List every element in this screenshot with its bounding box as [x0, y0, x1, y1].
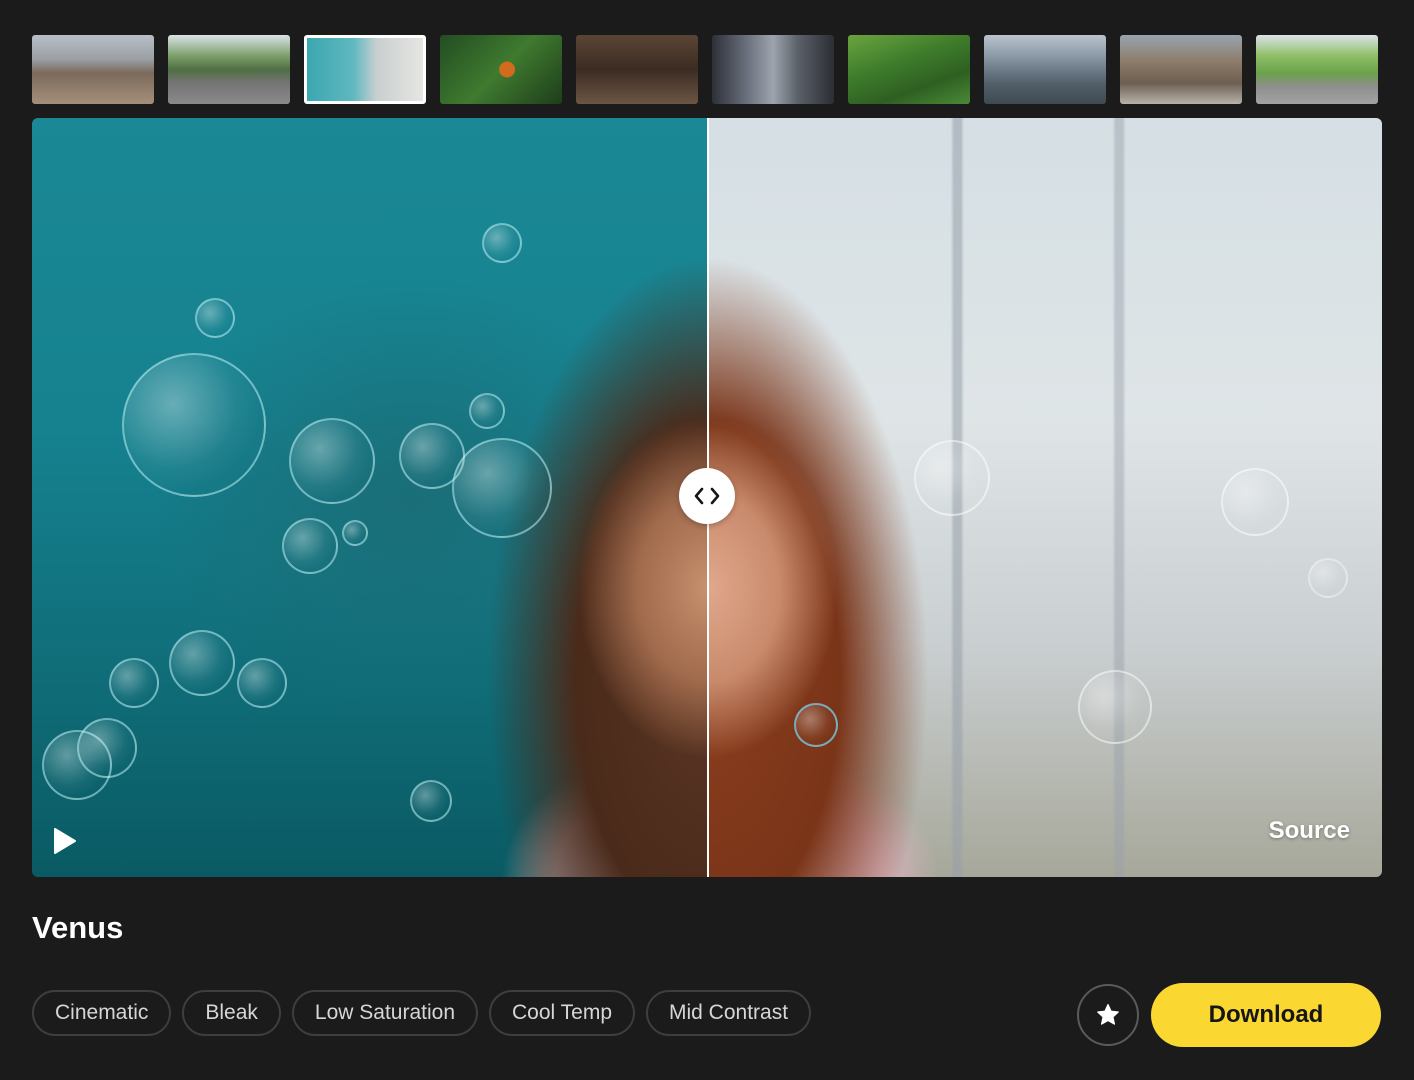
play-button[interactable] [50, 826, 80, 856]
city-skyscrapers-thumbnail [712, 35, 834, 104]
bubble [109, 658, 159, 708]
thumbnail-2[interactable] [168, 35, 290, 104]
thumbnail-10[interactable] [1256, 35, 1378, 104]
thumbnail-4[interactable] [440, 35, 562, 104]
country-road-thumbnail [1256, 35, 1378, 104]
preset-tags: Cinematic Bleak Low Saturation Cool Temp… [32, 990, 812, 1036]
tag-bleak[interactable]: Bleak [182, 990, 281, 1036]
bubble [410, 780, 452, 822]
bubble [237, 658, 287, 708]
thumbnail-3-selected[interactable] [304, 35, 426, 104]
thumbnail-strip [32, 35, 1382, 105]
bubble [794, 703, 838, 747]
preset-title: Venus [32, 910, 124, 945]
thumbnail-9[interactable] [1120, 35, 1242, 104]
tag-low-saturation[interactable]: Low Saturation [291, 990, 478, 1036]
favorite-button[interactable] [1077, 984, 1139, 1046]
source-label: Source [1268, 817, 1350, 844]
tag-cinematic[interactable]: Cinematic [32, 990, 172, 1036]
bubble [452, 438, 552, 538]
bubble [1078, 670, 1152, 744]
butterfly-flowers-thumbnail [440, 35, 562, 104]
bubble [1308, 558, 1348, 598]
star-icon [1097, 1004, 1119, 1025]
bubble [1221, 468, 1289, 536]
man-cafe-thumbnail [576, 35, 698, 104]
bubble [122, 353, 266, 497]
thumbnail-7[interactable] [848, 35, 970, 104]
tag-cool-temp[interactable]: Cool Temp [489, 990, 635, 1036]
person-grass-thumbnail [848, 35, 970, 104]
bubble [914, 440, 990, 516]
bubble [469, 393, 505, 429]
mountain-hiker-thumbnail [984, 35, 1106, 104]
download-button[interactable]: Download [1151, 983, 1381, 1047]
thumbnail-1[interactable] [32, 35, 154, 104]
bubble [169, 630, 235, 696]
city-street-thumbnail [1120, 35, 1242, 104]
desert-walker-thumbnail [32, 35, 154, 104]
thumbnail-8[interactable] [984, 35, 1106, 104]
compare-arrows-icon [694, 487, 720, 505]
red-car-road-thumbnail [168, 35, 290, 104]
graded-preview [32, 118, 708, 877]
bubble [342, 520, 368, 546]
play-icon [54, 828, 76, 854]
compare-handle[interactable] [679, 468, 735, 524]
thumbnail-5[interactable] [576, 35, 698, 104]
tag-mid-contrast[interactable]: Mid Contrast [646, 990, 812, 1036]
bubble [282, 518, 338, 574]
lut-preview-page: Source Venus Cinematic Bleak Low Saturat… [0, 0, 1414, 1080]
source-preview [708, 118, 1382, 877]
thumbnail-6[interactable] [712, 35, 834, 104]
bubble [482, 223, 522, 263]
before-after-viewer[interactable]: Source [32, 118, 1382, 877]
bubble [77, 718, 137, 778]
bubble [195, 298, 235, 338]
bubble [289, 418, 375, 504]
woman-bubbles-thumbnail [307, 38, 423, 101]
